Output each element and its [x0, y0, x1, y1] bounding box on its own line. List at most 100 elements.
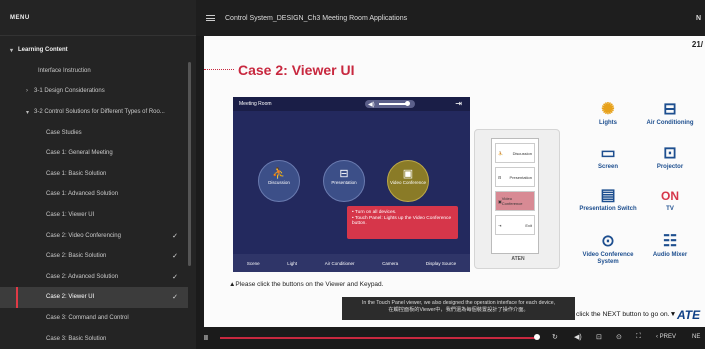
device-video-conference-system[interactable]: ⊙ Video Conference System	[578, 232, 638, 266]
fullscreen-icon[interactable]: ⛶	[636, 333, 641, 341]
audio-mixer-icon: ☷	[662, 233, 678, 250]
tab-camera[interactable]: Camera	[382, 261, 398, 266]
device-tv[interactable]: ON TV	[640, 186, 700, 213]
volume-knob[interactable]	[404, 101, 410, 107]
viewer-panel: Meeting Room ◀) ⇥ ⛹ Discussion ⊟ Present…	[233, 97, 470, 272]
keypad-key-discussion[interactable]: ⛹ Discussion	[495, 143, 535, 163]
replay-icon[interactable]: ↻	[552, 333, 558, 341]
check-icon: ✓	[172, 253, 178, 261]
app-window: MENU ▾ Learning Content Interface Instruct…	[0, 0, 705, 349]
air-conditioner-icon: ⊟	[663, 101, 677, 118]
sidebar-item-label: Learning Content	[18, 47, 68, 54]
keypad-key-exit[interactable]: ⇥ Exit	[495, 215, 535, 235]
presentation-button[interactable]: ⊟ Presentation	[323, 160, 365, 202]
discussion-icon: ⛹	[272, 168, 286, 180]
check-icon: ✓	[172, 232, 178, 240]
sidebar-item[interactable]: Case 2: Advanced Solution ✓	[0, 267, 188, 288]
sidebar-item-label: Case 3: Basic Solution	[46, 335, 107, 342]
device-label: TV	[666, 206, 674, 212]
video-conference-icon: ⊙	[601, 233, 615, 250]
sidebar-item[interactable]: Case Studies	[0, 122, 188, 143]
menu-list: ▾ Learning Content Interface Instruction › 3…	[0, 40, 188, 349]
discussion-button[interactable]: ⛹ Discussion	[258, 160, 300, 202]
keypad-panel: ⛹ Discussion ⊟ Presentation ▣ Video Confere…	[474, 129, 560, 269]
sidebar-item-label: Case Studies	[46, 129, 82, 136]
volume-icon[interactable]: ◀)	[574, 333, 582, 341]
slide-title: Case 2: Viewer UI	[238, 62, 355, 78]
device-air-conditioning[interactable]: ⊟ Air Conditioning	[640, 100, 700, 127]
check-icon: ✓	[172, 294, 178, 302]
sidebar-item[interactable]: Case 2: Viewer UI ✓	[0, 287, 188, 308]
pause-icon[interactable]: II	[204, 335, 208, 342]
subtitle-caption: In the Touch Panel viewer, we also desig…	[342, 297, 575, 320]
viewer-footer-tabs: Scene Light Air Conditioner Camera Displ…	[233, 254, 470, 272]
sidebar-item-label: Interface Instruction	[38, 67, 91, 74]
tab-scene[interactable]: Scene	[247, 261, 260, 266]
title-dotted-line	[204, 69, 234, 70]
sidebar-item-label: Case 2: Basic Solution	[46, 253, 107, 260]
video-conference-button[interactable]: ▣ Video Conference	[387, 160, 429, 202]
sidebar-item[interactable]: Case 1: Advanced Solution	[0, 184, 188, 205]
chevron-right-icon: ›	[26, 88, 28, 95]
sidebar-scrollbar[interactable]	[188, 62, 191, 266]
subtitle-zh: 在觸控面板的Viewer中，我們還為每個裝置設計了操作介面。	[388, 307, 529, 313]
hamburger-menu-icon[interactable]	[206, 13, 215, 22]
keypad-face: ⛹ Discussion ⊟ Presentation ▣ Video Confere…	[491, 138, 539, 254]
presentation-switch-icon: ▤	[600, 187, 616, 204]
speaker-icon: ◀)	[368, 101, 375, 108]
course-title: Control System_DESIGN_Ch3 Meeting Room A…	[225, 14, 408, 22]
sidebar-item[interactable]: Case 1: General Meeting	[0, 143, 188, 164]
sidebar-item[interactable]: Interface Instruction	[0, 61, 188, 82]
device-audio-mixer[interactable]: ☷ Audio Mixer	[640, 232, 700, 259]
device-lights[interactable]: ✺ Lights	[578, 100, 638, 127]
sidebar-menu: MENU ▾ Learning Content Interface Instruct…	[0, 0, 196, 349]
menu-header: MENU	[0, 0, 196, 36]
sidebar-item-label: Case 1: Viewer UI	[46, 212, 95, 219]
prev-button[interactable]: ‹ PREV	[656, 334, 676, 340]
next-button[interactable]: NE	[692, 334, 700, 340]
device-screen[interactable]: ▭ Screen	[578, 144, 638, 171]
subtitle-en: In the Touch Panel viewer, we also desig…	[361, 300, 556, 306]
sidebar-item[interactable]: Case 3: Command and Control	[0, 308, 188, 329]
captions-icon[interactable]: ⊡	[596, 333, 602, 341]
top-right-label: N	[695, 14, 701, 22]
instruction-tooltip: • Turn on all devices. • Touch Panel: Li…	[347, 206, 458, 239]
next-hint-text: click the NEXT button to go on.▼	[576, 311, 677, 318]
sidebar-item-label: Case 1: Basic Solution	[46, 170, 107, 177]
volume-slider[interactable]: ◀)	[365, 100, 415, 108]
tab-air-conditioner[interactable]: Air Conditioner	[325, 261, 355, 266]
sidebar-item-label: Case 3: Command and Control	[46, 315, 129, 322]
sidebar-item[interactable]: Case 2: Video Conferencing ✓	[0, 225, 188, 246]
instruction-text: ▲Please click the buttons on the Viewer …	[229, 281, 384, 288]
device-presentation-switch[interactable]: ▤ Presentation Switch	[578, 186, 638, 213]
sidebar-item-label: 3-1 Design Considerations	[34, 88, 105, 95]
sidebar-item[interactable]: Case 1: Viewer UI	[0, 205, 188, 226]
device-label: Audio Mixer	[652, 252, 688, 258]
viewer-header: Meeting Room ◀) ⇥	[233, 97, 470, 111]
device-projector[interactable]: ⊡ Projector	[640, 144, 700, 171]
sidebar-item[interactable]: ▾ 3-2 Control Solutions for Different Typ…	[0, 102, 188, 123]
player-controls: II ↻ ◀) ⊡ ⊙ ⛶ ‹ PREV NE	[196, 327, 705, 349]
chevron-down-icon: ▾	[26, 109, 30, 116]
sidebar-item[interactable]: Case 1: Basic Solution	[0, 164, 188, 185]
lightbulb-icon: ✺	[601, 101, 615, 118]
tv-icon: ON	[661, 189, 679, 203]
keypad-key-video-conference[interactable]: ▣ Video Conference	[495, 191, 535, 211]
progress-bar[interactable]	[220, 337, 537, 339]
viewer-title: Meeting Room	[239, 101, 272, 107]
exit-icon[interactable]: ⇥	[455, 99, 462, 108]
sidebar-item[interactable]: Case 2: Basic Solution ✓	[0, 246, 188, 267]
settings-icon[interactable]: ⊙	[616, 333, 622, 341]
top-bar: Control System_DESIGN_Ch3 Meeting Room A…	[196, 0, 705, 36]
sidebar-item[interactable]: ▾ Learning Content	[0, 40, 188, 61]
sidebar-item[interactable]: Case 3: Basic Solution	[0, 328, 188, 349]
tab-display-source[interactable]: Display Source	[426, 261, 456, 266]
tooltip-line: • Touch Panel: Lights up the Video Confe…	[352, 215, 452, 227]
presentation-icon: ⊟	[339, 168, 349, 180]
sidebar-item[interactable]: › 3-1 Design Considerations	[0, 81, 188, 102]
check-icon: ✓	[172, 273, 178, 281]
progress-knob[interactable]	[533, 334, 540, 340]
slide-content: 21/ Case 2: Viewer UI Meeting Room ◀) ⇥ …	[204, 36, 705, 327]
tab-light[interactable]: Light	[287, 261, 297, 266]
keypad-key-presentation[interactable]: ⊟ Presentation	[495, 167, 535, 187]
